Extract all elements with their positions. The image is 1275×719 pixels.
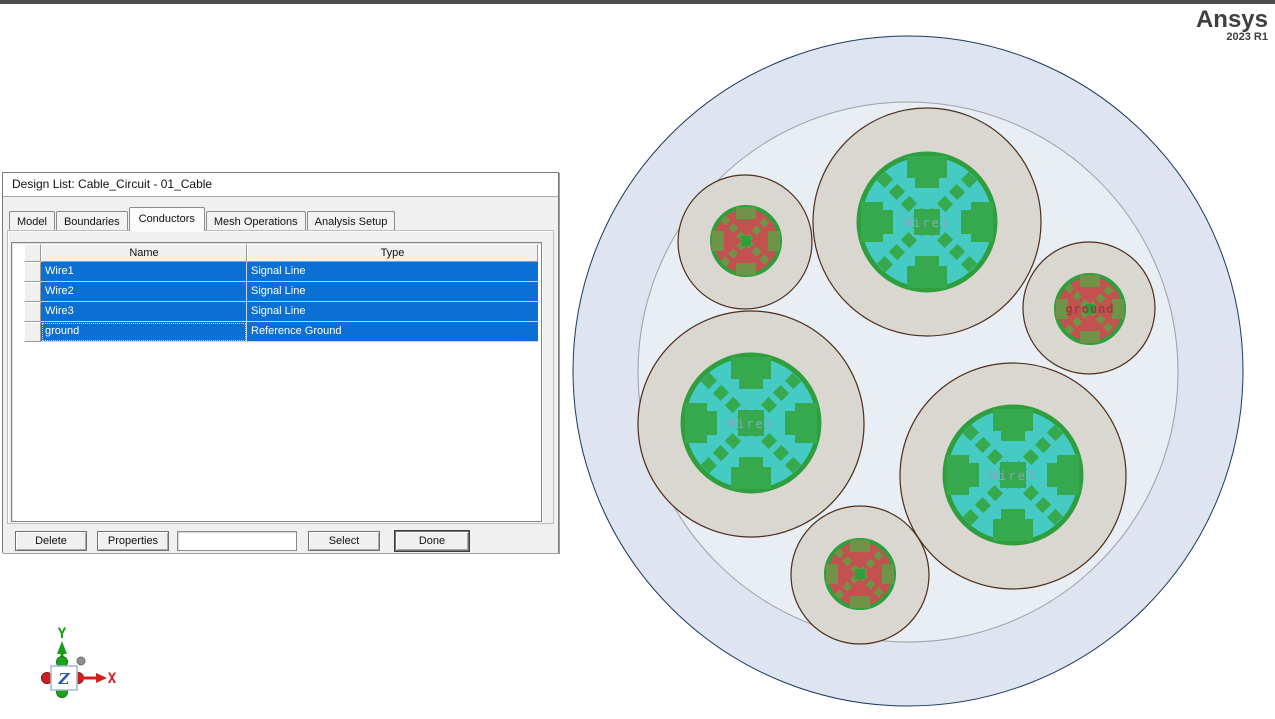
column-header-type[interactable]: Type bbox=[247, 244, 538, 262]
grid-header-row: Name Type bbox=[24, 244, 538, 262]
cell-type[interactable]: Signal Line bbox=[247, 302, 538, 322]
done-button[interactable]: Done bbox=[395, 531, 469, 551]
z-axis-label: Z bbox=[58, 670, 71, 688]
ground-label: ground bbox=[1065, 302, 1114, 316]
triad-gray-node-icon bbox=[77, 657, 85, 665]
tab-conductors[interactable]: Conductors bbox=[129, 207, 205, 231]
delete-button[interactable]: Delete bbox=[15, 531, 87, 551]
cell-name[interactable]: Wire3 bbox=[41, 302, 247, 322]
column-header-name[interactable]: Name bbox=[41, 244, 247, 262]
cell-type[interactable]: Signal Line bbox=[247, 262, 538, 282]
ansys-logo: Ansys 2023 R1 bbox=[1196, 8, 1268, 43]
table-row[interactable]: ground Reference Ground bbox=[24, 322, 538, 342]
row-selector[interactable] bbox=[24, 302, 41, 322]
table-row[interactable]: Wire1 Signal Line bbox=[24, 262, 538, 282]
coordinate-triad: Y Z X bbox=[42, 626, 117, 698]
tab-model[interactable]: Model bbox=[9, 211, 55, 231]
tab-strip: Model Boundaries Conductors Mesh Operati… bbox=[9, 207, 396, 231]
tab-mesh-operations[interactable]: Mesh Operations bbox=[206, 211, 306, 231]
cell-name[interactable]: Wire2 bbox=[41, 282, 247, 302]
ground-topleft-conductor[interactable] bbox=[712, 207, 780, 275]
cell-type[interactable]: Reference Ground bbox=[247, 322, 538, 342]
wire3-label: Wire3 bbox=[990, 469, 1036, 483]
ansys-logo-text: Ansys bbox=[1196, 8, 1268, 32]
cell-type[interactable]: Signal Line bbox=[247, 282, 538, 302]
selection-input[interactable] bbox=[177, 531, 297, 551]
tab-boundaries[interactable]: Boundaries bbox=[56, 211, 128, 231]
wire2-label: Wire2 bbox=[728, 417, 774, 431]
cell-name[interactable]: Wire1 bbox=[41, 262, 247, 282]
table-row[interactable]: Wire2 Signal Line bbox=[24, 282, 538, 302]
conductor-grid: Name Type Wire1 Signal Line Wire2 Signal… bbox=[24, 244, 538, 342]
design-list-dialog: Design List: Cable_Circuit - 01_Cable Mo… bbox=[2, 172, 559, 553]
conductor-list[interactable]: Name Type Wire1 Signal Line Wire2 Signal… bbox=[11, 242, 542, 522]
row-selector[interactable] bbox=[24, 322, 41, 342]
row-selector[interactable] bbox=[24, 262, 41, 282]
select-button[interactable]: Select bbox=[308, 531, 380, 551]
grid-corner-cell bbox=[24, 244, 41, 262]
y-axis-arrow-icon bbox=[57, 641, 67, 654]
dialog-body: Model Boundaries Conductors Mesh Operati… bbox=[3, 197, 558, 553]
row-selector[interactable] bbox=[24, 282, 41, 302]
ground-bottom-conductor[interactable] bbox=[826, 540, 894, 608]
x-axis-arrow-icon bbox=[96, 673, 107, 683]
dialog-title[interactable]: Design List: Cable_Circuit - 01_Cable bbox=[3, 173, 558, 197]
y-axis-label: Y bbox=[58, 626, 67, 642]
wire1-label: Wire1 bbox=[904, 216, 950, 230]
tab-analysis-setup[interactable]: Analysis Setup bbox=[307, 211, 396, 231]
table-row[interactable]: Wire3 Signal Line bbox=[24, 302, 538, 322]
properties-button[interactable]: Properties bbox=[97, 531, 169, 551]
cell-name[interactable]: ground bbox=[41, 322, 247, 342]
app-window: Wire1 Wire2 Wire3 ground Y Z X Ansys 202… bbox=[0, 0, 1275, 719]
x-axis-label: X bbox=[108, 671, 117, 687]
